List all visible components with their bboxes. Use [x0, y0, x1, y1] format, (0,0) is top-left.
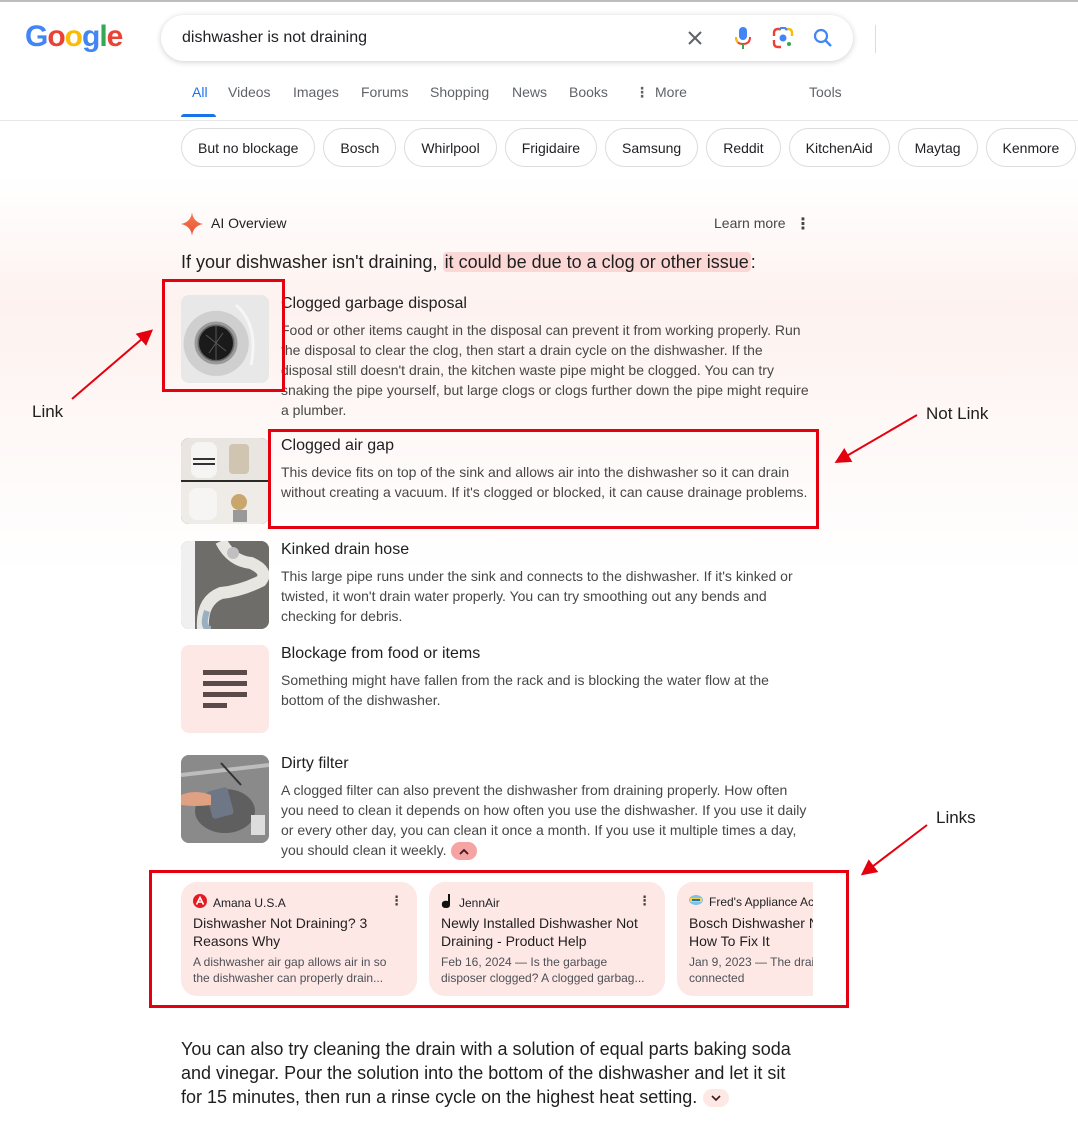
active-tab-indicator [181, 114, 216, 117]
item-title: Clogged garbage disposal [281, 295, 467, 312]
microphone-icon[interactable] [731, 26, 755, 50]
chip[interactable]: Whirlpool [404, 128, 497, 167]
logo-letter: g [82, 20, 100, 53]
tab-forums[interactable]: Forums [361, 84, 408, 100]
google-lens-icon[interactable] [771, 26, 795, 50]
dishwasher-filter-thumbnail[interactable] [181, 755, 269, 843]
annotation-box-not-link [268, 429, 819, 529]
annotation-box-link [162, 279, 285, 392]
expand-button[interactable] [703, 1089, 730, 1108]
text-lines-icon [181, 645, 269, 733]
chevron-down-icon [711, 1095, 721, 1101]
vertical-dots-icon: ⋮ [635, 84, 649, 100]
sparkle-icon [181, 212, 203, 241]
collapse-button[interactable] [450, 842, 477, 861]
item-description: This large pipe runs under the sink and … [281, 568, 793, 624]
item-description: Food or other items caught in the dispos… [281, 322, 809, 418]
clear-icon[interactable] [683, 26, 707, 50]
window-top-border [0, 0, 1078, 2]
chip[interactable]: Kenmore [985, 128, 1077, 167]
search-box [161, 15, 876, 61]
refinement-chips: But no blockage Bosch Whirlpool Frigidai… [181, 128, 1077, 168]
chip[interactable]: Samsung [605, 128, 699, 167]
ai-overview-header: AI Overview Learn more ⋮ [181, 212, 811, 236]
item-title: Blockage from food or items [281, 645, 481, 662]
tab-books[interactable]: Books [569, 84, 608, 100]
ai-list-item: Blockage from food or items Something mi… [181, 645, 821, 735]
search-input[interactable] [182, 25, 662, 51]
annotation-label-links: Links [936, 808, 976, 827]
air-gap-image [181, 438, 269, 524]
closing-text: You can also try cleaning the drain with… [181, 1039, 791, 1107]
logo-letter: o [64, 20, 83, 53]
lead-text-end: : [750, 252, 756, 272]
chip[interactable]: Bosch [323, 128, 397, 167]
item-title: Dirty filter [281, 755, 349, 772]
lead-text: If your dishwasher isn't draining, [181, 252, 443, 272]
annotation-label-not-link: Not Link [926, 404, 989, 423]
tab-videos[interactable]: Videos [228, 84, 271, 100]
item-description: Something might have fallen from the rac… [281, 672, 769, 708]
ai-overview-lead: If your dishwasher isn't draining, it co… [181, 252, 756, 273]
item-description: A clogged filter can also prevent the di… [281, 780, 811, 861]
tab-images[interactable]: Images [293, 84, 339, 100]
search-divider [875, 25, 876, 53]
air-gap-thumbnail[interactable] [181, 438, 269, 524]
tools-button[interactable]: Tools [809, 84, 842, 100]
tab-all[interactable]: All [192, 84, 208, 100]
google-logo[interactable]: Google [25, 20, 124, 54]
ai-list-item: Kinked drain hose This large pipe runs u… [181, 541, 821, 631]
chip[interactable]: Frigidaire [504, 128, 598, 167]
annotation-label-link: Link [32, 402, 64, 421]
lead-highlight: it could be due to a clog or other issue [442, 252, 751, 272]
tabs-divider [0, 120, 1078, 121]
search-icon[interactable] [811, 26, 835, 50]
item-description-text: A clogged filter can also prevent the di… [281, 782, 807, 858]
chip[interactable]: KitchenAid [788, 128, 890, 167]
chip[interactable]: Maytag [897, 128, 978, 167]
learn-more-link[interactable]: Learn more [714, 215, 786, 231]
vertical-dots-icon[interactable]: ⋮ [795, 214, 811, 234]
tab-news[interactable]: News [512, 84, 547, 100]
logo-letter: o [47, 20, 65, 53]
tab-shopping[interactable]: Shopping [430, 84, 489, 100]
ai-list-item: Dirty filter A clogged filter can also p… [181, 755, 821, 865]
dishwasher-filter-image [181, 755, 269, 843]
annotation-box-links [149, 870, 849, 1008]
item-title: Kinked drain hose [281, 541, 410, 558]
tab-more-label: More [655, 84, 687, 100]
drain-hose-thumbnail[interactable] [181, 541, 269, 629]
logo-letter: G [25, 20, 48, 53]
logo-letter: e [106, 20, 124, 53]
ai-overview-title: AI Overview [211, 215, 287, 231]
logo-letter: l [99, 20, 107, 53]
chip[interactable]: But no blockage [181, 128, 316, 167]
drain-hose-image [181, 541, 269, 629]
chip[interactable]: Reddit [706, 128, 781, 167]
ai-overview-closing: You can also try cleaning the drain with… [181, 1037, 811, 1109]
tab-more[interactable]: ⋮ More [635, 84, 687, 101]
chevron-up-icon [458, 848, 469, 855]
